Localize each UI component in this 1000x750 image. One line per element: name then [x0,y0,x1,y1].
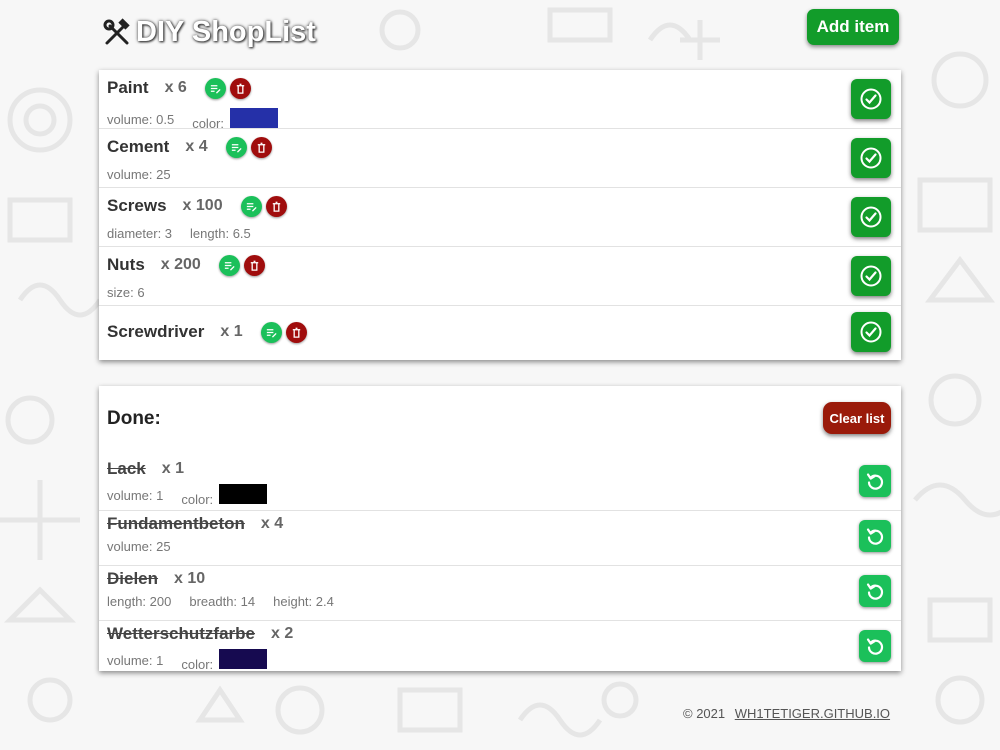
color-swatch [218,649,267,669]
list-item: Screws x 100 diameter: 3 length: 6.5 [99,188,901,247]
item-property: length: 200 [107,594,171,609]
undo-icon[interactable] [859,465,891,497]
list-item: Paint x 6 volume: 0.5 color: [99,70,901,131]
check-circle-icon[interactable] [851,138,891,178]
edit-icon[interactable] [218,254,240,276]
trash-icon[interactable] [250,136,272,158]
item-property: length: 6.5 [190,226,251,241]
trash-icon[interactable] [229,77,251,99]
done-item: Lack x 1 volume: 1 color: [99,456,901,511]
item-property: color: [192,108,278,131]
property-label: volume: 1 [107,653,164,668]
item-name: Cement [107,137,170,156]
check-circle-icon[interactable] [851,256,891,296]
property-label: length: 6.5 [190,226,251,241]
item-property: volume: 1 [107,653,163,668]
edit-icon[interactable] [240,195,262,217]
done-item: Dielen x 10 length: 200 breadth: 14 height: … [99,566,901,621]
trash-icon[interactable] [265,195,287,217]
item-quantity: x 1 [220,323,243,340]
property-label: volume: 25 [107,167,171,182]
item-property: breadth: 14 [189,594,255,609]
item-property: volume: 1 [107,488,163,503]
shopping-list: Paint x 6 volume: 0.5 color: Cement x 4 volum… [99,70,901,360]
list-item: Cement x 4 volume: 25 [99,129,901,188]
done-items: Lack x 1 volume: 1 color: Fundamentbeton x 4… [99,456,901,676]
edit-icon[interactable] [204,77,226,99]
item-properties: volume: 1 color: [107,484,285,507]
item-properties: volume: 25 [107,167,189,182]
check-circle-icon[interactable] [851,197,891,237]
item-quantity: x 4 [260,515,284,532]
item-property: volume: 25 [107,167,171,182]
item-property: color: [181,649,267,672]
list-item: Screwdriver x 1 [99,306,901,359]
item-properties: volume: 0.5 color: [107,108,296,131]
done-item: Fundamentbeton x 4 volume: 25 [99,511,901,566]
undo-icon[interactable] [859,575,891,607]
hammer-wrench-icon [103,17,130,44]
undo-icon[interactable] [859,520,891,552]
property-label: diameter: 3 [107,226,173,241]
color-swatch [218,484,267,504]
color-swatch [229,108,278,128]
edit-icon[interactable] [260,321,282,343]
trash-icon[interactable] [285,321,307,343]
property-label: size: 6 [107,285,145,300]
item-name: Fundamentbeton [107,514,245,533]
item-properties: length: 200 breadth: 14 height: 2.4 [107,594,352,609]
item-properties: size: 6 [107,285,163,300]
item-name: Nuts [107,255,145,274]
item-property: height: 2.4 [273,594,334,609]
property-label: color: [181,492,214,507]
item-quantity: x 100 [182,197,223,214]
property-label: height: 2.4 [273,594,334,609]
property-label: breadth: 14 [189,594,256,609]
property-label: length: 200 [107,594,172,609]
item-name: Screwdriver [107,322,205,341]
app-title-text: DIY ShopList [136,16,316,48]
item-properties: volume: 1 color: [107,649,285,672]
property-label: color: [181,657,214,672]
item-name: Paint [107,78,149,97]
property-label: volume: 25 [107,539,171,554]
item-properties: diameter: 3 length: 6.5 [107,226,269,241]
footer: © 2021 WH1TETIGER.GITHUB.IO [683,706,890,721]
add-item-button[interactable]: Add item [807,9,899,45]
item-quantity: x 200 [160,256,201,273]
item-name: Wetterschutzfarbe [107,624,255,643]
header: DIY ShopList Add item [100,8,900,52]
item-property: color: [181,484,267,507]
done-title: Done: [107,408,161,429]
item-quantity: x 10 [174,570,206,587]
item-name: Dielen [107,569,159,588]
item-properties: volume: 25 [107,539,189,554]
check-circle-icon[interactable] [851,312,891,352]
list-item: Nuts x 200 size: 6 [99,247,901,306]
check-circle-icon[interactable] [851,79,891,119]
done-item: Wetterschutzfarbe x 2 volume: 1 color: [99,621,901,676]
item-name: Lack [107,459,146,478]
done-list: Done: Clear list Lack x 1 volume: 1 color: … [99,386,901,672]
item-quantity: x 6 [164,79,187,96]
footer-link[interactable]: WH1TETIGER.GITHUB.IO [735,706,890,721]
item-name: Screws [107,196,167,215]
clear-list-button[interactable]: Clear list [823,402,891,434]
item-quantity: x 1 [161,460,184,477]
item-property: size: 6 [107,285,145,300]
trash-icon[interactable] [243,254,265,276]
item-property: volume: 25 [107,539,171,554]
property-label: volume: 1 [107,488,164,503]
item-property: diameter: 3 [107,226,172,241]
done-header: Done: Clear list [99,386,901,456]
property-label: volume: 0.5 [107,112,175,127]
item-quantity: x 2 [271,625,294,642]
app-title: DIY ShopList [102,16,316,49]
item-property: volume: 0.5 [107,112,174,127]
edit-icon[interactable] [225,136,247,158]
item-quantity: x 4 [185,138,208,155]
copyright: © 2021 [683,706,726,721]
undo-icon[interactable] [859,630,891,662]
